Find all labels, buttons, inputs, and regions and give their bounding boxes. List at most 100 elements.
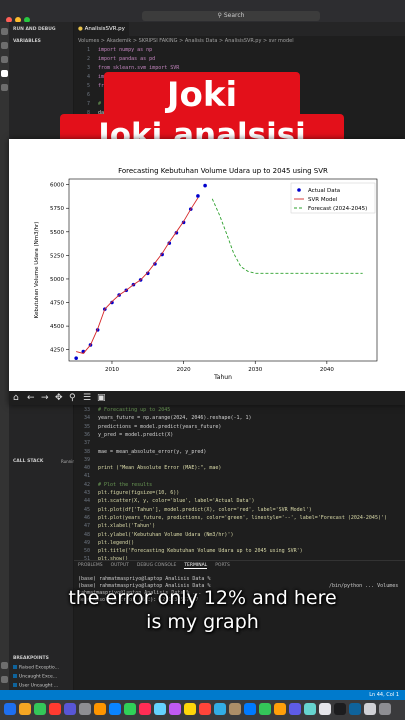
line-number: 45 (83, 506, 90, 513)
actual-data-point (196, 194, 200, 198)
dock-app-icon[interactable] (139, 703, 151, 715)
dock-app-icon[interactable] (289, 703, 301, 715)
checkbox-icon[interactable] (13, 683, 17, 687)
home-icon[interactable]: ⌂ (13, 392, 19, 404)
line-number: 35 (83, 423, 90, 430)
line-number: 49 (83, 539, 90, 546)
dock-app-icon[interactable] (94, 703, 106, 715)
dock-app-icon[interactable] (124, 703, 136, 715)
dock-app-icon[interactable] (109, 703, 121, 715)
breakpoint-item[interactable]: User Uncaught ... (13, 683, 58, 689)
subtitle-line1: the error only 12% and here (68, 587, 337, 609)
code-text: plt.figure(figsize=(10, 6)) (98, 490, 180, 496)
sidebar-header: RUN AND DEBUG (13, 27, 56, 32)
x-tick-label: 2040 (320, 367, 334, 373)
y-axis-label: Kebutuhan Volume Udara (Nm3/hr) (34, 222, 40, 319)
tab-label: AnalisisSVR.py (84, 26, 125, 32)
y-tick-label: 6000 (50, 183, 64, 189)
code-text: years_future = np.arange(2024, 2046).res… (98, 415, 252, 422)
dock-app-icon[interactable] (169, 703, 181, 715)
dock-app-icon[interactable] (274, 703, 286, 715)
dock-app-icon[interactable] (319, 703, 331, 715)
line-number: 39 (83, 456, 90, 463)
tab-terminal[interactable]: TERMINAL (184, 563, 208, 569)
dock-app-icon[interactable] (64, 703, 76, 715)
zoom-icon[interactable]: ⚲ (69, 392, 76, 404)
dock-app-icon[interactable] (214, 703, 226, 715)
breakpoint-label: User Uncaught ... (19, 683, 59, 689)
code-line[interactable]: 6 (74, 92, 98, 101)
chart-title: Forecasting Kebutuhan Volume Udara up to… (118, 167, 328, 175)
tab-analisis-svr[interactable]: ● AnalisisSVR.py (74, 22, 129, 36)
dock-app-icon[interactable] (19, 703, 31, 715)
breakpoint-item[interactable]: Uncaught Exce... (13, 674, 57, 680)
panel-tabs: PROBLEMS OUTPUT DEBUG CONSOLE TERMINAL PORTS (78, 563, 238, 569)
code-text: plt.ylabel('Kebutuhan Volume Udara (Nm3/… (98, 531, 234, 538)
dock-app-icon[interactable] (184, 703, 196, 715)
dock-app-icon[interactable] (49, 703, 61, 715)
forward-icon[interactable]: → (41, 392, 49, 404)
dock-app-icon[interactable] (364, 703, 376, 715)
configure-icon[interactable]: ☰ (83, 392, 91, 404)
line-number: 5 (86, 83, 90, 89)
tab-output[interactable]: OUTPUT (111, 563, 129, 568)
extensions-icon[interactable] (1, 84, 8, 91)
code-text: import numpy as np (98, 47, 153, 53)
code-text: plt.plot(df['Tahun'], model.predict(X), … (98, 506, 312, 513)
dock-app-icon[interactable] (334, 703, 346, 715)
code-text: # (98, 101, 102, 107)
explorer-icon[interactable] (1, 28, 8, 35)
line-number: 3 (86, 65, 90, 71)
search-view-icon[interactable] (1, 42, 8, 49)
subtitle-line2: is my graph (146, 611, 259, 633)
code-text: from sklearn.svm import SVR (98, 65, 180, 71)
run-debug-icon[interactable] (1, 70, 8, 77)
tab-ports[interactable]: PORTS (215, 563, 230, 568)
dock-app-icon[interactable] (349, 703, 361, 715)
pan-icon[interactable]: ✥ (55, 392, 63, 404)
dock-app-icon[interactable] (229, 703, 241, 715)
command-search-input[interactable]: ⚲ Search (142, 11, 320, 21)
call-stack-section[interactable]: CALL STACK (13, 459, 43, 464)
y-tick-label: 4750 (50, 301, 64, 307)
breakpoints-section[interactable]: BREAKPOINTS (13, 656, 49, 661)
code-line[interactable]: 2 import pandas as pd (74, 56, 155, 65)
tab-debug-console[interactable]: DEBUG CONSOLE (137, 563, 176, 568)
save-figure-icon[interactable]: ▣ (97, 392, 106, 404)
code-text: import pandas as pd (98, 56, 156, 62)
code-text: print ("Mean Absolute Error (MAE):", mae… (98, 465, 222, 472)
breakpoint-label: Raised Exceptio... (19, 665, 59, 671)
back-icon[interactable]: ← (27, 392, 35, 404)
breakpoint-item[interactable]: Raised Exceptio... (13, 665, 59, 671)
dock-app-icon[interactable] (79, 703, 91, 715)
code-line[interactable]: 7 # (74, 101, 101, 110)
dock-app-icon[interactable] (379, 703, 391, 715)
dock-app-icon[interactable] (154, 703, 166, 715)
breadcrumb[interactable]: Volumes > Akademik > SKRIPSI FAKING > An… (78, 38, 294, 44)
cursor-position[interactable]: Ln 44, Col 1 (369, 690, 399, 700)
checkbox-icon[interactable] (13, 665, 17, 669)
dock-app-icon[interactable] (244, 703, 256, 715)
line-number: 7 (86, 101, 90, 107)
checkbox-icon[interactable] (13, 674, 17, 678)
x-tick-label: 2020 (177, 367, 191, 373)
variables-section[interactable]: VARIABLES (13, 39, 41, 44)
line-number: 50 (83, 548, 90, 555)
actual-data-point (203, 183, 207, 188)
source-control-icon[interactable] (1, 56, 8, 63)
y-tick-label: 4500 (50, 324, 64, 330)
dock-app-icon[interactable] (4, 703, 16, 715)
account-icon[interactable] (1, 662, 8, 669)
line-number: 43 (83, 490, 90, 496)
dock-app-icon[interactable] (259, 703, 271, 715)
line-number: 2 (86, 56, 90, 62)
tab-problems[interactable]: PROBLEMS (78, 563, 103, 568)
dock-app-icon[interactable] (199, 703, 211, 715)
code-text: # Plot the results (98, 481, 153, 488)
code-text: plt.scatter(X, y, color='blue', label='A… (98, 498, 255, 505)
code-line[interactable]: 1 import numpy as np (74, 47, 152, 56)
dock-app-icon[interactable] (304, 703, 316, 715)
y-tick-label: 5750 (50, 206, 64, 212)
settings-gear-icon[interactable] (1, 676, 8, 683)
dock-app-icon[interactable] (34, 703, 46, 715)
